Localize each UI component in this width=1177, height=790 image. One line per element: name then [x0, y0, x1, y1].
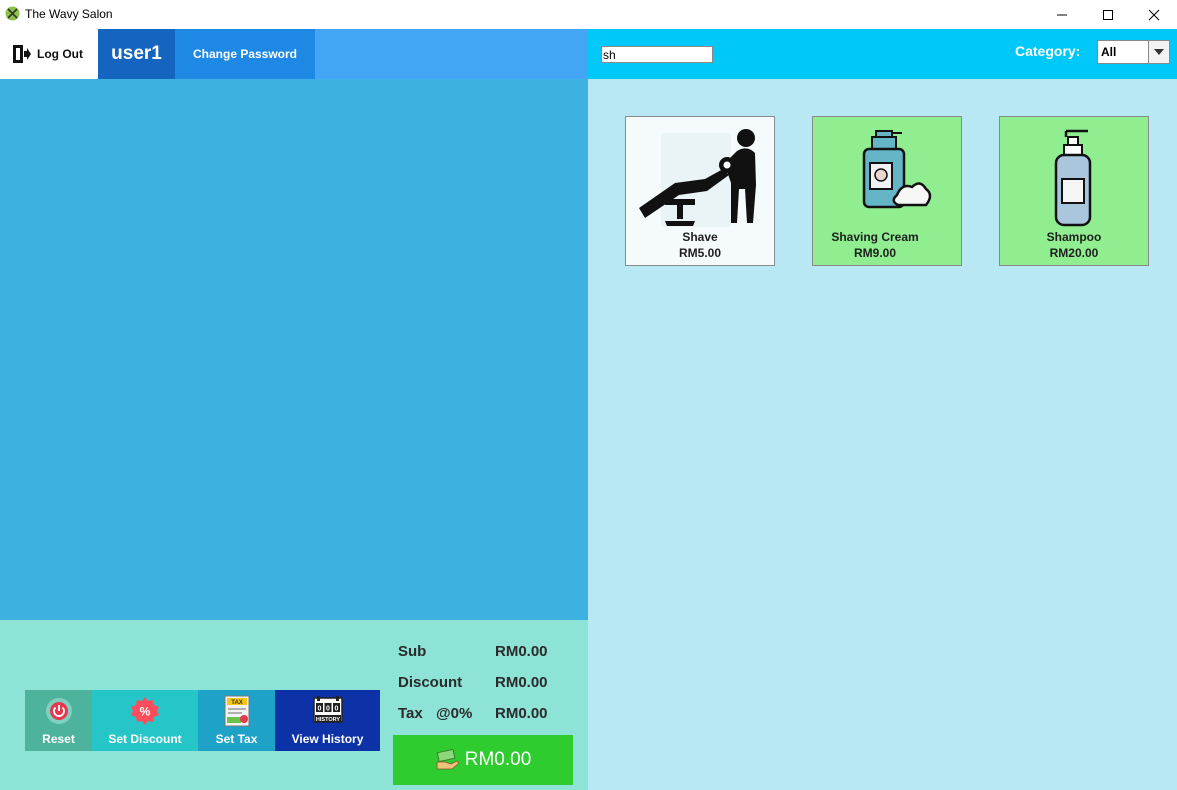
product-card-shave[interactable]: Shave RM5.00 — [625, 116, 775, 266]
discount-value: RM0.00 — [495, 674, 548, 691]
category-selected-value: All — [1101, 45, 1117, 59]
order-list-area[interactable] — [0, 79, 588, 620]
set-tax-label: Set Tax — [215, 732, 258, 746]
set-discount-button[interactable]: % Set Discount — [92, 690, 198, 751]
chevron-down-icon — [1154, 49, 1164, 55]
change-password-button[interactable]: Change Password — [175, 29, 315, 79]
subtotal-value: RM0.00 — [495, 643, 548, 660]
close-icon — [1148, 9, 1160, 20]
username-label: user1 — [98, 29, 175, 79]
view-history-label: View History — [291, 732, 364, 746]
tax-document-icon: TAX — [224, 695, 249, 727]
barber-shave-icon — [639, 129, 756, 227]
product-name: Shave — [682, 230, 718, 244]
discount-badge-icon: % — [131, 697, 159, 725]
minimize-icon — [1057, 14, 1067, 15]
close-button[interactable] — [1131, 0, 1177, 29]
tax-rate: @0% — [436, 705, 473, 722]
window-title: The Wavy Salon — [25, 7, 113, 21]
svg-text:TAX: TAX — [231, 700, 243, 706]
tax-value: RM0.00 — [495, 705, 548, 722]
product-price: RM9.00 — [853, 246, 897, 260]
view-history-button[interactable]: 0 0 0 HISTORY View History — [275, 690, 380, 751]
subtotal-label: Sub — [398, 643, 427, 660]
total-amount: RM0.00 — [464, 749, 532, 770]
window-titlebar: The Wavy Salon — [0, 0, 1177, 29]
product-price: RM20.00 — [1049, 246, 1099, 260]
shampoo-bottle-icon — [1054, 129, 1092, 227]
pay-total-button[interactable]: RM0.00 — [393, 735, 573, 785]
search-input[interactable] — [601, 46, 713, 63]
cash-payment-icon — [436, 749, 460, 770]
shaving-cream-icon — [862, 130, 932, 209]
discount-label: Discount — [398, 674, 463, 691]
product-name: Shaving Cream — [831, 230, 919, 244]
set-tax-button[interactable]: TAX Set Tax — [198, 690, 275, 751]
reset-label: Reset — [42, 732, 75, 746]
svg-text:HISTORY: HISTORY — [315, 717, 339, 723]
logout-door-icon — [13, 45, 31, 63]
svg-text:0: 0 — [317, 706, 321, 713]
logout-button[interactable]: Log Out — [0, 29, 98, 79]
category-select[interactable]: All — [1097, 40, 1170, 64]
set-discount-label: Set Discount — [108, 732, 182, 746]
history-counter-icon: 0 0 0 HISTORY — [312, 696, 343, 723]
app-icon — [5, 6, 20, 21]
product-name: Shampoo — [1046, 230, 1102, 244]
minimize-button[interactable] — [1039, 0, 1085, 29]
product-card-shaving-cream[interactable]: Shaving Cream RM9.00 — [812, 116, 962, 266]
product-card-shampoo[interactable]: Shampoo RM20.00 — [999, 116, 1149, 266]
maximize-icon — [1103, 9, 1113, 20]
product-price: RM5.00 — [678, 246, 722, 260]
svg-text:0: 0 — [334, 706, 338, 713]
svg-text:%: % — [140, 705, 151, 719]
logout-label: Log Out — [37, 47, 83, 61]
tax-label: Tax — [398, 705, 423, 722]
maximize-button[interactable] — [1085, 0, 1131, 29]
svg-text:0: 0 — [326, 706, 330, 713]
category-label: Category: — [1015, 43, 1081, 59]
reset-power-icon — [45, 698, 72, 724]
category-dropdown-button[interactable] — [1148, 41, 1169, 63]
reset-button[interactable]: Reset — [25, 690, 92, 751]
